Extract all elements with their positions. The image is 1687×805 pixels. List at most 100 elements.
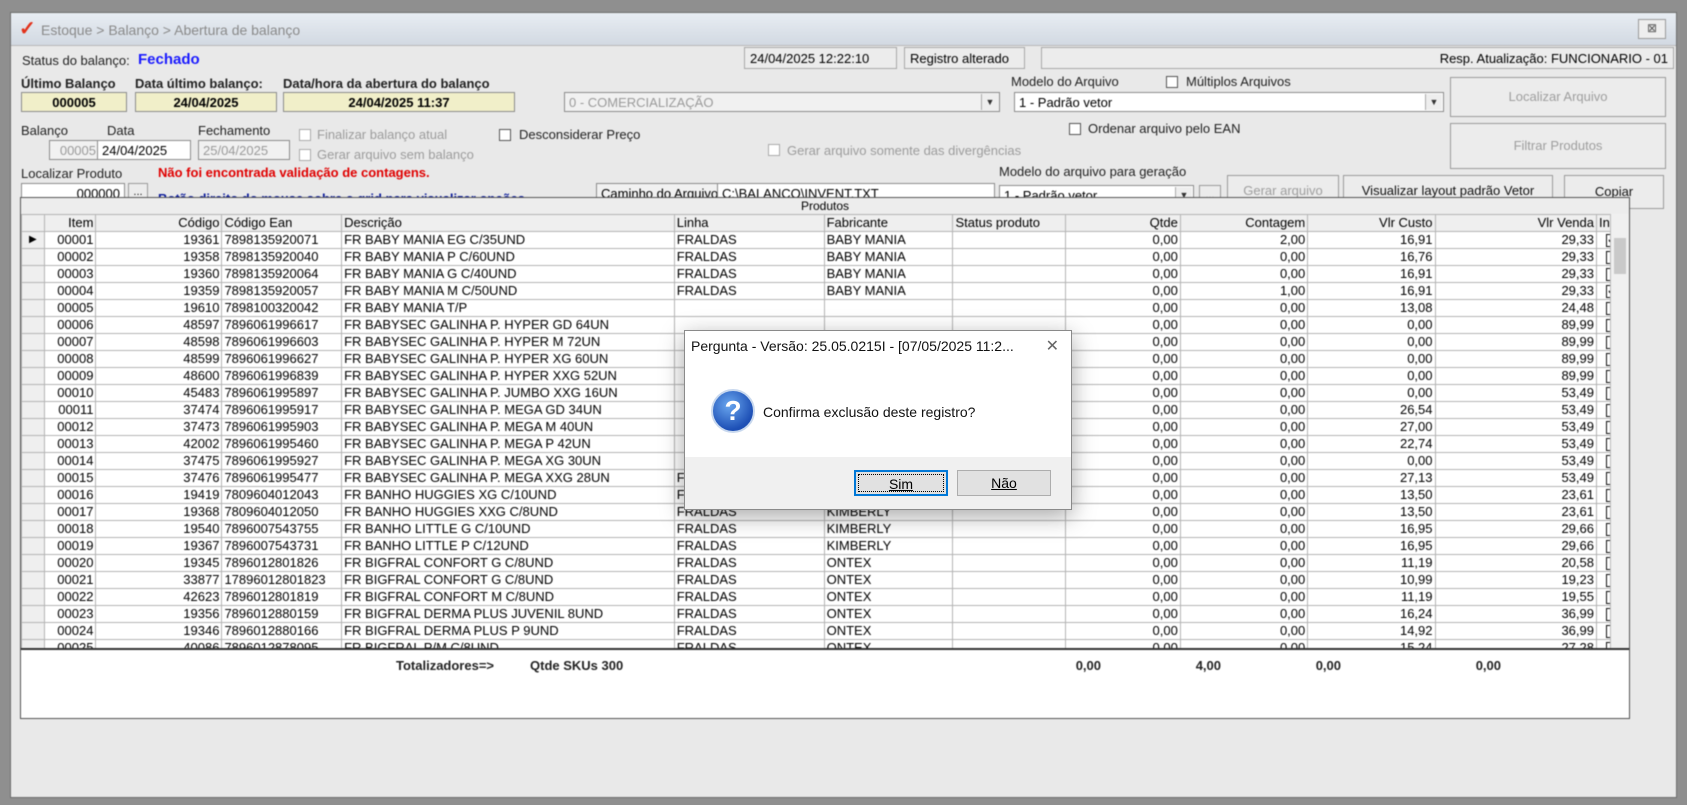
col-status-produto[interactable]: Status produto [952, 214, 1066, 232]
cell-status[interactable] [952, 282, 1066, 300]
cell-qtde[interactable]: 0,00 [1064, 367, 1181, 385]
dialog-close-icon[interactable]: ✕ [1046, 336, 1059, 356]
cell-qtde[interactable]: 0,00 [1064, 384, 1181, 402]
cell-codigo[interactable]: 37476 [95, 469, 223, 487]
cell-item[interactable]: 00018 [43, 520, 97, 538]
cell-desc[interactable]: FR BIGFRAL CONFORT G C/8UND [341, 554, 675, 572]
cell-desc[interactable]: FR BABY MANIA M C/50UND [341, 282, 675, 300]
cell-ean[interactable]: 7896012801819 [221, 588, 343, 606]
chevron-down-icon[interactable]: ▼ [1425, 94, 1442, 110]
cell-custo[interactable]: 16,24 [1307, 605, 1436, 623]
cell-codigo[interactable]: 19358 [95, 248, 223, 266]
cell-contagem[interactable]: 0,00 [1179, 588, 1309, 606]
cell-status[interactable] [952, 571, 1066, 589]
cell-custo[interactable]: 13,08 [1307, 299, 1436, 317]
cell-qtde[interactable]: 0,00 [1064, 282, 1181, 300]
cell-qtde[interactable]: 0,00 [1064, 350, 1181, 368]
cell-contagem[interactable]: 0,00 [1179, 248, 1309, 266]
cell-ean[interactable]: 7896061995903 [221, 418, 343, 436]
cell-linha[interactable]: FRALDAS [673, 265, 825, 283]
cell-venda[interactable]: 29,66 [1434, 537, 1597, 555]
cell-fab[interactable]: BABY MANIA [823, 231, 954, 249]
cell-codigo[interactable]: 37474 [95, 401, 223, 419]
data-field[interactable]: 24/04/2025 [97, 140, 191, 160]
cell-custo[interactable]: 13,50 [1307, 503, 1436, 521]
cell-ean[interactable]: 7896061995927 [221, 452, 343, 470]
cell-qtde[interactable]: 0,00 [1064, 554, 1181, 572]
cell-contagem[interactable]: 0,00 [1179, 520, 1309, 538]
cell-ean[interactable]: 7896012880166 [221, 622, 343, 640]
cell-item[interactable]: 00001 [43, 231, 97, 249]
cell-codigo[interactable]: 19361 [95, 231, 223, 249]
cell-venda[interactable]: 29,66 [1434, 520, 1597, 538]
cell-ean[interactable]: 7896012880159 [221, 605, 343, 623]
cell-item[interactable]: 00007 [43, 333, 97, 351]
cell-status[interactable] [952, 299, 1066, 317]
cell-fab[interactable]: ONTEX [823, 622, 954, 640]
cell-custo[interactable]: 27,00 [1307, 418, 1436, 436]
cell-codigo[interactable]: 19368 [95, 503, 223, 521]
col-fabricante[interactable]: Fabricante [823, 214, 954, 232]
cell-contagem[interactable]: 0,00 [1179, 435, 1309, 453]
cell-qtde[interactable]: 0,00 [1064, 418, 1181, 436]
cell-desc[interactable]: FR BIGFRAL DERMA PLUS P 9UND [341, 622, 675, 640]
cell-codigo[interactable]: 37473 [95, 418, 223, 436]
cell-custo[interactable]: 10,99 [1307, 571, 1436, 589]
cell-item[interactable]: 00003 [43, 265, 97, 283]
cell-desc[interactable]: FR BIGFRAL CONFORT M C/8UND [341, 588, 675, 606]
cell-codigo[interactable]: 19367 [95, 537, 223, 555]
cell-custo[interactable]: 16,95 [1307, 537, 1436, 555]
cell-desc[interactable]: FR BABY MANIA T/P [341, 299, 675, 317]
cell-qtde[interactable]: 0,00 [1064, 231, 1181, 249]
cell-codigo[interactable]: 19356 [95, 605, 223, 623]
cell-linha[interactable]: FRALDAS [673, 520, 825, 538]
cell-custo[interactable]: 11,19 [1307, 588, 1436, 606]
table-row[interactable]: 00019 19367 7896007543731 FR BANHO LITTLE P… [21, 537, 1629, 555]
cell-linha[interactable]: FRALDAS [673, 282, 825, 300]
cell-desc[interactable]: FR BANHO LITTLE G C/10UND [341, 520, 675, 538]
cell-venda[interactable]: 36,99 [1434, 605, 1597, 623]
cell-venda[interactable]: 89,99 [1434, 367, 1597, 385]
ordenar-ean-checkbox[interactable] [1069, 123, 1081, 135]
cell-status[interactable] [952, 605, 1066, 623]
sim-button[interactable]: Sim [854, 470, 948, 496]
cell-ean[interactable]: 7896061995477 [221, 469, 343, 487]
cell-venda[interactable]: 29,33 [1434, 248, 1597, 266]
cell-desc[interactable]: FR BABYSEC GALINHA P. HYPER XG 60UN [341, 350, 675, 368]
cell-ean[interactable]: 7898135920064 [221, 265, 343, 283]
cell-fab[interactable] [823, 299, 954, 317]
cell-contagem[interactable]: 0,00 [1179, 265, 1309, 283]
cell-desc[interactable]: FR BABYSEC GALINHA P. HYPER GD 64UN [341, 316, 675, 334]
cell-desc[interactable]: FR BIGFRAL CONFORT G C/8UND [341, 571, 675, 589]
cell-codigo[interactable]: 42623 [95, 588, 223, 606]
cell-linha[interactable]: FRALDAS [673, 554, 825, 572]
cell-custo[interactable]: 27,13 [1307, 469, 1436, 487]
cell-contagem[interactable]: 0,00 [1179, 486, 1309, 504]
cell-item[interactable]: 00004 [43, 282, 97, 300]
cell-codigo[interactable]: 45483 [95, 384, 223, 402]
cell-custo[interactable]: 14,92 [1307, 622, 1436, 640]
cell-item[interactable]: 00009 [43, 367, 97, 385]
cell-ean[interactable]: 7896061995460 [221, 435, 343, 453]
cell-contagem[interactable]: 0,00 [1179, 622, 1309, 640]
multiplos-arquivos-checkbox[interactable] [1166, 76, 1178, 88]
cell-codigo[interactable]: 42002 [95, 435, 223, 453]
cell-qtde[interactable]: 0,00 [1064, 469, 1181, 487]
cell-codigo[interactable]: 48597 [95, 316, 223, 334]
cell-custo[interactable]: 0,00 [1307, 316, 1436, 334]
cell-fab[interactable]: BABY MANIA [823, 248, 954, 266]
cell-codigo[interactable]: 19540 [95, 520, 223, 538]
cell-fab[interactable]: BABY MANIA [823, 282, 954, 300]
col-vlr-venda[interactable]: Vlr Venda [1434, 214, 1597, 232]
cell-custo[interactable]: 0,00 [1307, 384, 1436, 402]
cell-ean[interactable]: 7896007543755 [221, 520, 343, 538]
cell-status[interactable] [952, 554, 1066, 572]
table-row[interactable]: 00003 19360 7898135920064 FR BABY MANIA G C… [21, 265, 1629, 283]
cell-contagem[interactable]: 0,00 [1179, 384, 1309, 402]
cell-contagem[interactable]: 0,00 [1179, 316, 1309, 334]
cell-contagem[interactable]: 0,00 [1179, 401, 1309, 419]
cell-custo[interactable]: 22,74 [1307, 435, 1436, 453]
cell-custo[interactable]: 0,00 [1307, 452, 1436, 470]
cell-venda[interactable]: 19,55 [1434, 588, 1597, 606]
cell-fab[interactable]: BABY MANIA [823, 265, 954, 283]
